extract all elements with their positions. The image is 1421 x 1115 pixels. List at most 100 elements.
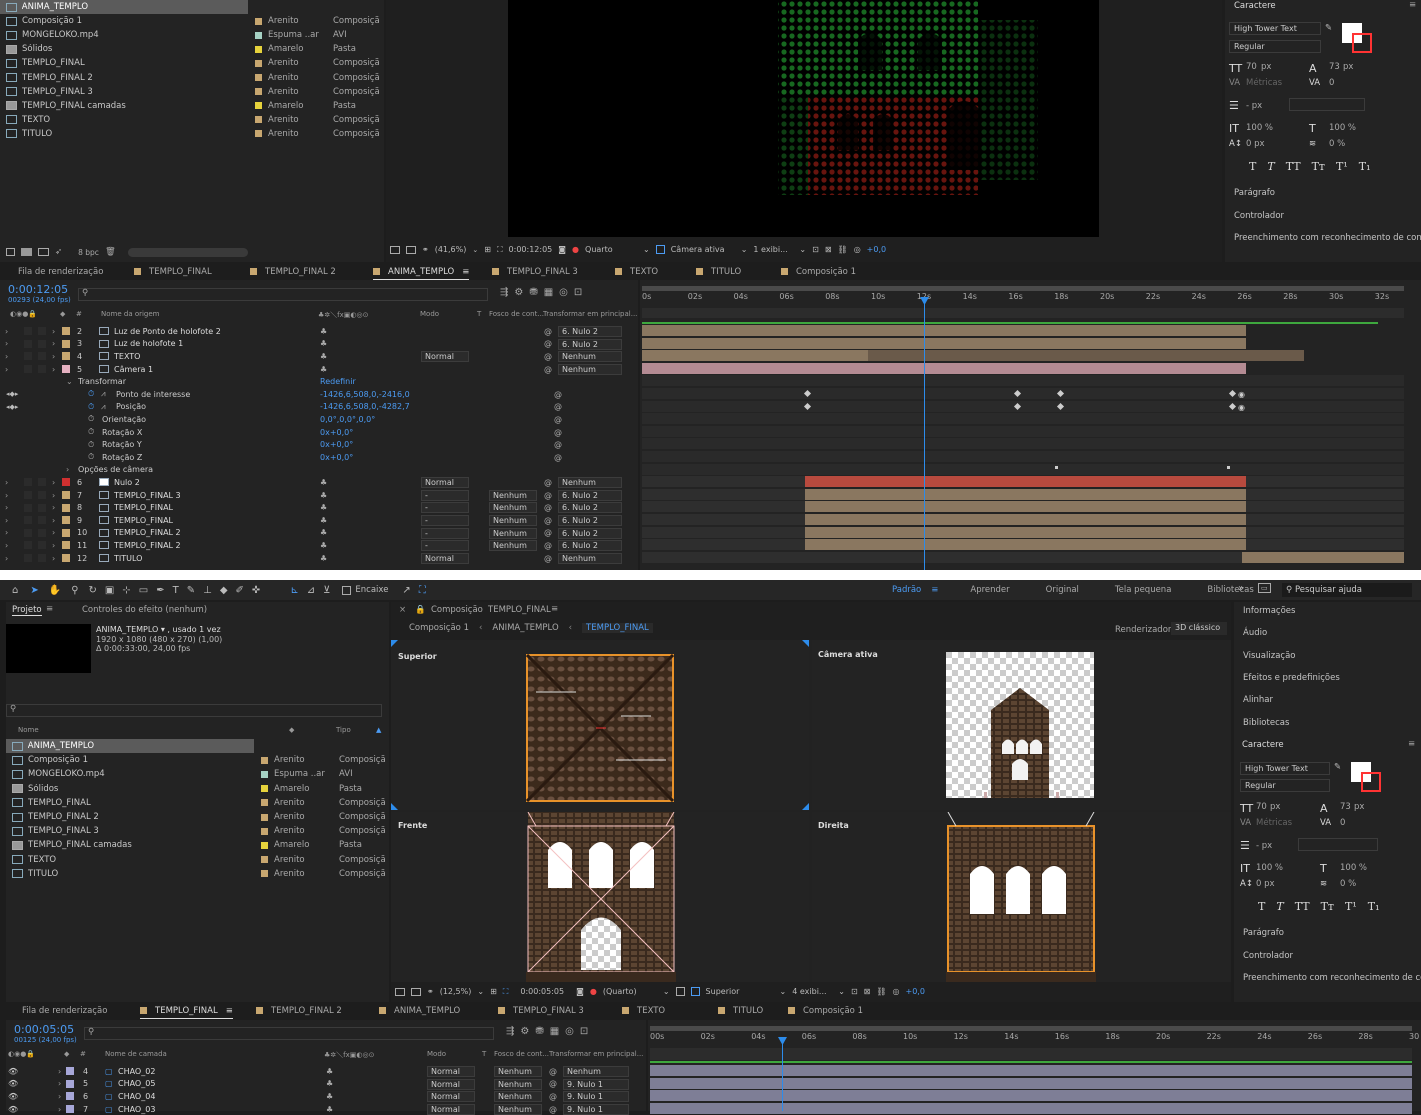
pickwhip-icon[interactable]: @ [544, 503, 552, 512]
panel-header[interactable]: Preenchimento com reconhecimento de cont… [1243, 973, 1421, 983]
layer-row[interactable]: › › 9 TEMPLO_FINAL ♣ - Nenhum @6. Nulo 2 [0, 514, 638, 527]
label-swatch[interactable] [255, 88, 262, 96]
timeline-switches[interactable]: ⇶⚙⛃▦◎⊡ [500, 287, 588, 298]
work-area-bar[interactable] [642, 286, 1404, 291]
parent-select[interactable]: Nenhum [558, 477, 622, 489]
layer-label-swatch[interactable] [62, 554, 70, 563]
property-value[interactable]: -1426,6,508,0,-4282,7 [320, 402, 410, 411]
project-item[interactable]: TEMPLO_FINAL Arenito Composiçã [0, 56, 384, 70]
project-item[interactable]: MONGELOKO.mp4 Espuma ..ar AVI [0, 28, 384, 42]
expand-icon[interactable]: › [5, 503, 8, 512]
preview-icon[interactable] [390, 245, 400, 254]
layer-name[interactable]: TEMPLO_FINAL 2 [114, 528, 181, 537]
layer-label-swatch[interactable] [62, 478, 70, 487]
layer-name[interactable]: CHAO_03 [118, 1105, 155, 1114]
project-item[interactable]: ANIMA_TEMPLOArenitoComposiçã [0, 0, 248, 15]
eyedropper-icon-2[interactable]: ✎ [1334, 762, 1341, 772]
layer-name[interactable]: CHAO_04 [118, 1092, 155, 1101]
mode-select[interactable]: - [421, 540, 469, 552]
timeline-tab[interactable]: TEMPLO_FINAL ≡ [140, 1003, 233, 1019]
project-item[interactable]: TEMPLO_FINAL 3 Arenito Composiçã [0, 85, 384, 99]
property-row[interactable]: ⏱ Rotação Z 0x+0,0° @ [0, 451, 638, 464]
property-value[interactable]: 0,0°,0,0°,0,0° [320, 415, 375, 424]
preview-icon-2[interactable] [395, 987, 405, 996]
project-item[interactable]: TEXTO Arenito Composiçã [6, 853, 389, 867]
pickwhip-icon[interactable]: @ [544, 327, 552, 336]
project-tab-menu[interactable]: ≡ [46, 604, 53, 614]
layer-row[interactable]: › › 10 TEMPLO_FINAL 2 ♣ - Nenhum @6. Nulo 2 [0, 527, 638, 540]
layer-name[interactable]: TEMPLO_FINAL [114, 503, 173, 512]
toggle-3d-icon-2[interactable]: ⊠ [864, 987, 871, 996]
effects-tab[interactable]: Controles do efeito (nenhum) [82, 605, 207, 615]
panel-header[interactable]: Bibliotecas [1243, 718, 1289, 728]
interpret-icon[interactable] [6, 248, 15, 256]
parent-col[interactable]: Transformar em principal... [543, 310, 637, 318]
viewport-right[interactable]: Direita [812, 812, 1231, 982]
track-matte-select[interactable]: Nenhum [489, 527, 537, 539]
work-area-bar-2[interactable] [650, 1026, 1412, 1031]
layer-label-swatch[interactable] [62, 339, 70, 348]
kerning-value[interactable]: Métricas [1246, 78, 1282, 88]
layer-row[interactable]: › › 11 TEMPLO_FINAL 2 ♣ - Nenhum @6. Nulo 2 [0, 539, 638, 552]
line-unit-2[interactable]: - px [1256, 841, 1272, 851]
track-col[interactable]: Fosco de cont... [489, 310, 544, 318]
stopwatch-icon[interactable]: ⏱ [88, 389, 94, 399]
label-swatch[interactable] [261, 870, 268, 878]
label-swatch[interactable] [255, 130, 262, 138]
selection-tool-icon[interactable]: ➤ [30, 585, 38, 596]
project-item[interactable]: TEMPLO_FINAL 3 Arenito Composiçã [6, 824, 389, 838]
tracking-value[interactable]: 0 [1329, 78, 1334, 88]
new-comp-icon[interactable] [38, 248, 49, 256]
world-axis-icon[interactable]: ⊿ [307, 585, 315, 596]
pickwhip-icon[interactable]: @ [544, 491, 552, 500]
graph-icon[interactable]: ⩘ [101, 389, 106, 399]
layer-row[interactable]: 👁 › 6 ▢ CHAO_04 ♣ Normal Nenhum @9. Nulo 1 [6, 1090, 646, 1103]
layer-name[interactable]: Luz de Ponto de holofote 2 [114, 327, 221, 336]
project-item[interactable]: TEXTO Arenito Composiçã [0, 113, 384, 127]
parent-select[interactable]: Nenhum [558, 552, 622, 564]
project-item[interactable]: TEMPLO_FINAL 2 Arenito Composiçã [6, 810, 389, 824]
layer-bar[interactable] [805, 488, 1246, 500]
panel-header[interactable]: Preenchimento com reconhecimento de cont… [1234, 233, 1421, 243]
new-folder-icon[interactable] [21, 248, 32, 256]
layer-row[interactable]: › › 5 Câmera 1 ♣ @ Nenhum [0, 363, 638, 376]
solo-box[interactable] [24, 541, 32, 550]
pickwhip-icon[interactable]: @ [544, 528, 552, 537]
eraser-tool-icon[interactable]: ◆ [220, 585, 228, 596]
shy-icon[interactable]: ♣ [326, 1092, 333, 1101]
layer-bar[interactable] [642, 325, 1246, 336]
layer-name[interactable]: TITULO [114, 554, 142, 563]
color-channels-icon[interactable]: ● [572, 245, 579, 254]
timeline-tab[interactable]: Fila de renderização [18, 264, 103, 280]
hscale-value-2[interactable]: 100 % [1340, 863, 1367, 873]
label-swatch[interactable] [255, 74, 262, 82]
timeline-tab[interactable]: ANIMA_TEMPLO [379, 1003, 460, 1019]
timeline-tab[interactable]: TITULO [718, 1003, 763, 1019]
mode-select[interactable]: Normal [427, 1103, 475, 1115]
baseline-value-2[interactable]: 0 px [1256, 879, 1275, 889]
shy-icon[interactable]: ♣ [320, 352, 327, 361]
bpc-button[interactable]: 8 bpc [78, 248, 99, 257]
font-select-2[interactable]: High Tower Text [1240, 762, 1330, 775]
leading-value-2[interactable]: 73 [1340, 802, 1351, 812]
panel-header[interactable]: Áudio [1243, 628, 1267, 638]
project-item[interactable]: Sólidos Amarelo Pasta [6, 782, 389, 796]
mode-select[interactable]: Normal [421, 351, 469, 363]
panel-header[interactable]: Controlador [1243, 951, 1293, 961]
label-swatch[interactable] [255, 116, 262, 124]
pickwhip-icon[interactable]: @ [549, 1067, 557, 1076]
layer-name[interactable]: CHAO_02 [118, 1067, 155, 1076]
layer-label-swatch[interactable] [66, 1092, 74, 1101]
lock-box[interactable] [38, 503, 46, 512]
layer-bar[interactable] [650, 1077, 1412, 1089]
eye-icon[interactable]: 👁 [8, 1079, 18, 1088]
style-select-2[interactable]: Regular [1240, 779, 1330, 792]
layer-row[interactable]: › › 7 TEMPLO_FINAL 3 ♣ - Nenhum @6. Nulo 2 [0, 489, 638, 502]
solo-box[interactable] [24, 339, 32, 348]
project-item[interactable]: TITULO Arenito Composiçã [6, 867, 389, 881]
layer-label-swatch[interactable] [66, 1079, 74, 1088]
eye-icon[interactable]: 👁 [8, 1067, 18, 1076]
solo-box[interactable] [24, 478, 32, 487]
snapshot-icon-2[interactable]: ◙ [576, 987, 584, 996]
solo-box[interactable] [24, 516, 32, 525]
